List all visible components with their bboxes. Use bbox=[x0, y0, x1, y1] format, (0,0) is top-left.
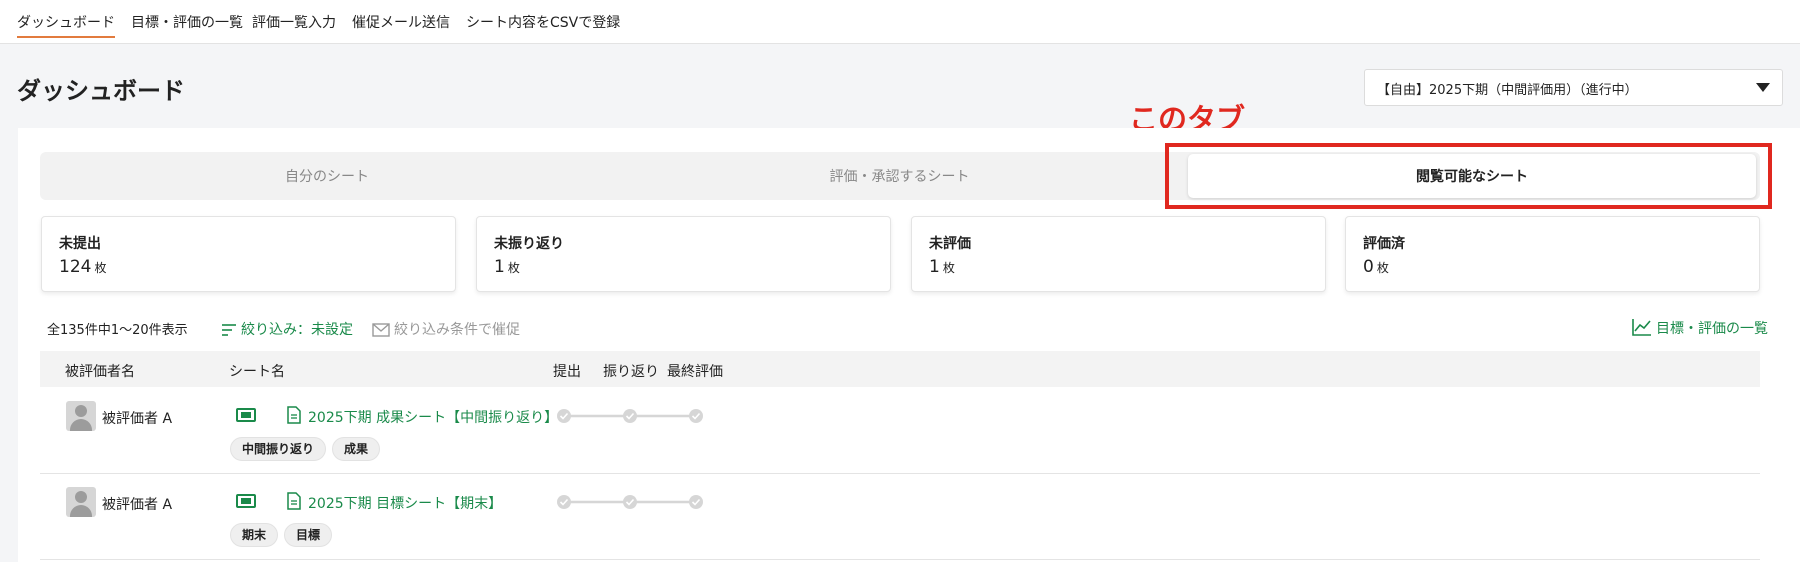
sheet-tag: 期末 bbox=[230, 523, 279, 547]
annotation-highlight-box bbox=[1165, 143, 1772, 209]
nav-bulk-evaluation-input[interactable]: 評価一覧入力 bbox=[252, 12, 336, 32]
column-header-final-evaluation: 最終評価 bbox=[667, 364, 723, 380]
table-header: 被評価者名 シート名 提出 振り返り 最終評価 bbox=[40, 351, 1760, 387]
period-select[interactable]: 【自由】2025下期（中間評価用）（進行中） bbox=[1364, 69, 1783, 106]
nav-goals-evaluations-list[interactable]: 目標・評価の一覧 bbox=[131, 12, 243, 32]
sheet-tag: 成果 bbox=[332, 437, 381, 461]
period-select-value: 【自由】2025下期（中間評価用）（進行中） bbox=[1377, 83, 1638, 98]
person-name: 被評価者 A bbox=[102, 497, 173, 513]
tab-my-sheets[interactable]: 自分のシート bbox=[40, 152, 614, 200]
sheet-status-icon[interactable] bbox=[236, 408, 256, 422]
filter-label: 絞り込み：未設定 bbox=[241, 322, 353, 338]
remind-by-filter-button[interactable]: 絞り込み条件で催促 bbox=[372, 319, 520, 339]
progress-steps bbox=[557, 409, 703, 423]
goals-evaluations-list-link[interactable]: 目標・評価の一覧 bbox=[1632, 318, 1768, 338]
nav-dashboard[interactable]: ダッシュボード bbox=[17, 12, 115, 38]
column-header-sheet: シート名 bbox=[229, 364, 285, 380]
tab-review-approve-sheets[interactable]: 評価・承認するシート bbox=[614, 152, 1185, 200]
filter-icon bbox=[222, 324, 236, 336]
stat-value: 124 枚 bbox=[59, 257, 107, 277]
stat-value: 1枚 bbox=[929, 257, 955, 277]
sheet-status-icon[interactable] bbox=[236, 494, 256, 508]
nav-csv-import[interactable]: シート内容をCSVで登録 bbox=[466, 12, 620, 32]
top-navigation: ダッシュボード 目標・評価の一覧 評価一覧入力 催促メール送信 シート内容をCS… bbox=[0, 0, 1800, 44]
result-count: 全135件中1〜20件表示 bbox=[47, 323, 188, 338]
sheet-name-link[interactable]: 2025下期 成果シート【中間振り返り】 bbox=[308, 407, 558, 427]
remind-label: 絞り込み条件で催促 bbox=[394, 322, 520, 338]
avatar bbox=[66, 401, 96, 431]
stat-card-unsubmitted[interactable]: 未提出 124 枚 bbox=[41, 216, 456, 292]
sheet-tag: 中間振り返り bbox=[230, 437, 327, 461]
column-header-reflection: 振り返り bbox=[603, 364, 659, 380]
table-row[interactable]: 被評価者 A 2025下期 成果シート【中間振り返り】 中間振り返り 成果 bbox=[40, 388, 1760, 474]
list-link-label: 目標・評価の一覧 bbox=[1656, 321, 1768, 337]
filter-button[interactable]: 絞り込み：未設定 bbox=[221, 319, 353, 339]
table-row[interactable]: 被評価者 A 2025下期 目標シート【期末】 期末 目標 bbox=[40, 474, 1760, 560]
stat-label: 未振り返り bbox=[494, 236, 564, 252]
stat-label: 未評価 bbox=[929, 236, 971, 252]
page-title: ダッシュボード bbox=[17, 77, 185, 105]
mail-icon bbox=[372, 323, 390, 337]
caret-down-icon bbox=[1756, 83, 1770, 92]
stat-label: 未提出 bbox=[59, 236, 101, 252]
document-icon bbox=[287, 406, 301, 424]
stat-card-unevaluated[interactable]: 未評価 1枚 bbox=[911, 216, 1326, 292]
stat-value: 0枚 bbox=[1363, 257, 1389, 277]
column-header-submit: 提出 bbox=[553, 364, 581, 380]
stat-card-evaluated[interactable]: 評価済 0枚 bbox=[1345, 216, 1760, 292]
stat-card-unreflected[interactable]: 未振り返り 1枚 bbox=[476, 216, 891, 292]
person-name: 被評価者 A bbox=[102, 411, 173, 427]
sheet-tag: 目標 bbox=[284, 523, 333, 547]
line-chart-icon bbox=[1632, 319, 1651, 336]
nav-reminder-email[interactable]: 催促メール送信 bbox=[352, 12, 450, 32]
progress-steps bbox=[557, 495, 703, 509]
column-header-person: 被評価者名 bbox=[65, 364, 135, 380]
sheet-name-link[interactable]: 2025下期 目標シート【期末】 bbox=[308, 493, 558, 513]
avatar bbox=[66, 487, 96, 517]
stat-label: 評価済 bbox=[1363, 236, 1405, 252]
document-icon bbox=[287, 492, 301, 510]
stat-value: 1枚 bbox=[494, 257, 520, 277]
